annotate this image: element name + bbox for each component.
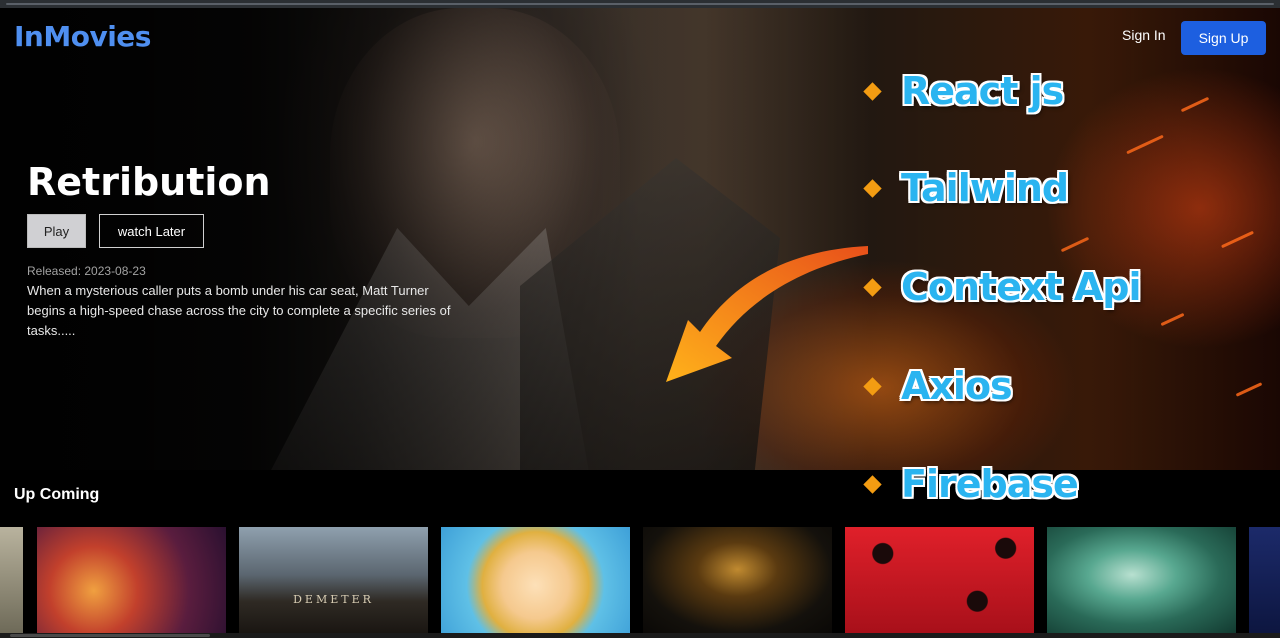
tech-item: Context Api xyxy=(862,262,1142,312)
poster-card[interactable] xyxy=(643,527,832,633)
hero-title: Retribution xyxy=(27,160,271,204)
poster-caption: DEMETER xyxy=(293,593,374,606)
poster-card[interactable] xyxy=(441,527,630,633)
horizontal-scrollbar[interactable] xyxy=(0,633,1280,638)
poster-card[interactable] xyxy=(37,527,226,633)
app-logo[interactable]: InMovies xyxy=(14,20,151,53)
browser-top-strip xyxy=(0,0,1280,8)
sign-up-button[interactable]: Sign Up xyxy=(1181,21,1266,55)
poster-card[interactable] xyxy=(0,527,23,633)
diamond-bullet-icon xyxy=(863,178,882,198)
watch-later-button[interactable]: watch Later xyxy=(99,214,204,248)
upcoming-section-title: Up Coming xyxy=(14,486,100,503)
diamond-bullet-icon xyxy=(863,277,882,297)
poster-card[interactable] xyxy=(845,527,1034,633)
tech-item: Axios xyxy=(862,361,1013,411)
upcoming-row[interactable]: DEMETER xyxy=(0,527,1280,633)
tech-item-label: Axios xyxy=(901,364,1013,408)
poster-card[interactable]: DEMETER xyxy=(239,527,428,633)
tech-item-label: Tailwind xyxy=(901,166,1069,210)
tech-stack-list: React js Tailwind Context Api Axios Fire… xyxy=(862,62,1192,522)
release-date: Released: 2023-08-23 xyxy=(27,264,146,278)
tech-item-label: Context Api xyxy=(901,265,1142,309)
play-button[interactable]: Play xyxy=(27,214,86,248)
tech-item-label: Firebase xyxy=(901,462,1079,506)
tech-item-label: React js xyxy=(901,69,1064,113)
tech-item: Tailwind xyxy=(862,163,1069,213)
tech-item: Firebase xyxy=(862,459,1079,509)
diamond-bullet-icon xyxy=(863,81,882,101)
poster-card[interactable] xyxy=(1047,527,1236,633)
diamond-bullet-icon xyxy=(863,376,882,396)
sign-in-button[interactable]: Sign In xyxy=(1122,27,1166,43)
tech-item: React js xyxy=(862,66,1064,116)
curved-arrow-icon xyxy=(666,246,868,382)
poster-card[interactable] xyxy=(1249,527,1280,633)
diamond-bullet-icon xyxy=(863,474,882,494)
movie-overview: When a mysterious caller puts a bomb und… xyxy=(27,283,451,338)
